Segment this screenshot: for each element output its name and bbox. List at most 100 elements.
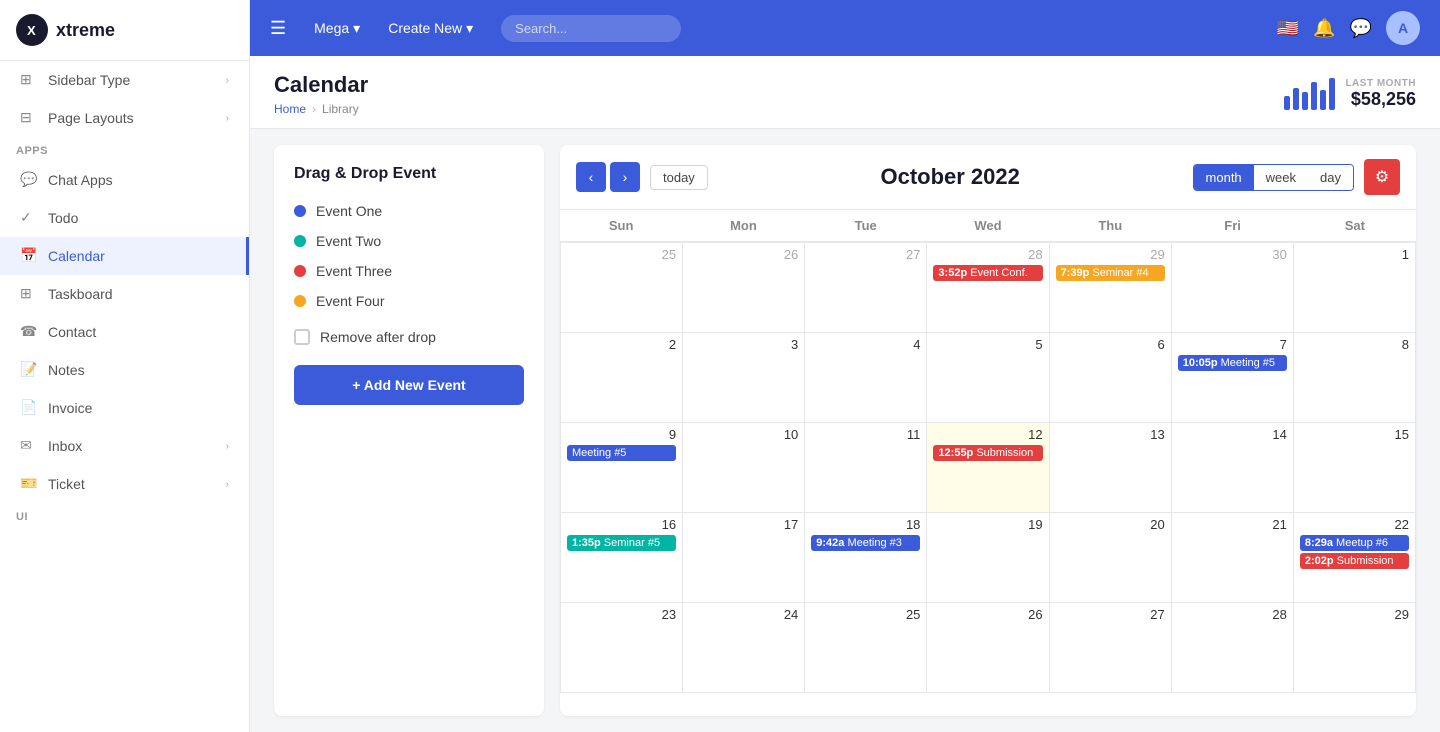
cal-cell-w4-d2[interactable]: 25 <box>805 603 927 693</box>
cal-cell-w2-d4[interactable]: 13 <box>1050 423 1172 513</box>
cal-cell-w0-d5[interactable]: 30 <box>1172 243 1294 333</box>
cal-cell-w4-d1[interactable]: 24 <box>683 603 805 693</box>
cal-date: 24 <box>689 607 798 622</box>
sidebar-item-inbox[interactable]: ✉ Inbox › <box>0 427 249 465</box>
cal-cell-w1-d3[interactable]: 5 <box>927 333 1049 423</box>
cal-cell-w4-d6[interactable]: 29 <box>1294 603 1416 693</box>
cal-cell-w3-d4[interactable]: 20 <box>1050 513 1172 603</box>
invoice-icon: 📄 <box>20 399 38 417</box>
create-new-button[interactable]: Create New ▾ <box>376 14 485 43</box>
cal-event[interactable]: 7:39p Seminar #4 <box>1056 265 1165 281</box>
next-month-button[interactable]: › <box>610 162 640 192</box>
topbar: ☰ Mega ▾ Create New ▾ 🇺🇸 🔔 💬 A <box>250 0 1440 56</box>
event-label: Event One <box>316 203 382 219</box>
cal-cell-w0-d6[interactable]: 1 <box>1294 243 1416 333</box>
cal-cell-w0-d0[interactable]: 25 <box>561 243 683 333</box>
calendar-grid-area: 252627283:52p Event Conf.297:39p Seminar… <box>560 242 1416 716</box>
remove-after-drop: Remove after drop <box>294 329 524 345</box>
cal-cell-w4-d5[interactable]: 28 <box>1172 603 1294 693</box>
cal-date: 4 <box>811 337 920 352</box>
day-header-sat: Sat <box>1294 210 1416 241</box>
sidebar-item-taskboard[interactable]: ⊞ Taskboard <box>0 275 249 313</box>
add-new-event-button[interactable]: + Add New Event <box>294 365 524 405</box>
cal-cell-w0-d4[interactable]: 297:39p Seminar #4 <box>1050 243 1172 333</box>
cal-cell-w4-d4[interactable]: 27 <box>1050 603 1172 693</box>
flag-icon[interactable]: 🇺🇸 <box>1277 18 1299 39</box>
cal-cell-w3-d2[interactable]: 189:42a Meeting #3 <box>805 513 927 603</box>
bell-icon[interactable]: 🔔 <box>1313 18 1335 39</box>
cal-cell-w2-d0[interactable]: 9Meeting #5 <box>561 423 683 513</box>
cal-cell-w3-d3[interactable]: 19 <box>927 513 1049 603</box>
sidebar-item-sidebar-type[interactable]: ⊞ Sidebar Type › <box>0 61 249 99</box>
sidebar-item-chat-apps[interactable]: 💬 Chat Apps <box>0 161 249 199</box>
cal-cell-w4-d0[interactable]: 23 <box>561 603 683 693</box>
event-item-event-three[interactable]: Event Three <box>294 263 524 279</box>
cal-cell-w0-d2[interactable]: 27 <box>805 243 927 333</box>
cal-cell-w4-d3[interactable]: 26 <box>927 603 1049 693</box>
sidebar-item-ticket[interactable]: 🎫 Ticket › <box>0 465 249 503</box>
page-title: Calendar <box>274 72 368 98</box>
week-view-button[interactable]: week <box>1254 165 1308 190</box>
cal-date: 26 <box>933 607 1042 622</box>
cal-event[interactable]: 12:55p Submission <box>933 445 1042 461</box>
cal-event[interactable]: Meeting #5 <box>567 445 676 461</box>
event-item-event-four[interactable]: Event Four <box>294 293 524 309</box>
settings-button[interactable]: ⚙ <box>1364 159 1400 195</box>
sidebar-item-invoice[interactable]: 📄 Invoice <box>0 389 249 427</box>
remove-after-checkbox[interactable] <box>294 329 310 345</box>
cal-event[interactable]: 9:42a Meeting #3 <box>811 535 920 551</box>
chevron-right-icon: › <box>226 75 229 86</box>
month-view-button[interactable]: month <box>1194 165 1254 190</box>
layout-icon: ⊟ <box>20 109 38 127</box>
bar-segment <box>1284 96 1290 110</box>
cal-cell-w0-d1[interactable]: 26 <box>683 243 805 333</box>
event-item-event-one[interactable]: Event One <box>294 203 524 219</box>
cal-date: 19 <box>933 517 1042 532</box>
cal-cell-w1-d1[interactable]: 3 <box>683 333 805 423</box>
calendar-header: ‹ › today October 2022 month week day ⚙ <box>560 145 1416 210</box>
cal-cell-w2-d5[interactable]: 14 <box>1172 423 1294 513</box>
topbar-nav: Mega ▾ Create New ▾ <box>302 14 485 43</box>
cal-cell-w1-d2[interactable]: 4 <box>805 333 927 423</box>
menu-icon[interactable]: ☰ <box>270 18 286 39</box>
cal-cell-w3-d1[interactable]: 17 <box>683 513 805 603</box>
sidebar-item-todo[interactable]: ✓ Todo <box>0 199 249 237</box>
cal-cell-w3-d6[interactable]: 228:29a Meetup #62:02p Submission <box>1294 513 1416 603</box>
cal-event[interactable]: 10:05p Meeting #5 <box>1178 355 1287 371</box>
cal-event[interactable]: 3:52p Event Conf. <box>933 265 1042 281</box>
cal-cell-w2-d6[interactable]: 15 <box>1294 423 1416 513</box>
day-view-button[interactable]: day <box>1308 165 1353 190</box>
chevron-right-icon-2: › <box>226 113 229 124</box>
sidebar-item-calendar[interactable]: 📅 Calendar <box>0 237 249 275</box>
prev-month-button[interactable]: ‹ <box>576 162 606 192</box>
phone-icon: ☎ <box>20 323 38 341</box>
cal-cell-w0-d3[interactable]: 283:52p Event Conf. <box>927 243 1049 333</box>
chat-icon: 💬 <box>20 171 38 189</box>
cal-date: 25 <box>811 607 920 622</box>
cal-cell-w3-d5[interactable]: 21 <box>1172 513 1294 603</box>
sidebar-item-page-layouts[interactable]: ⊟ Page Layouts › <box>0 99 249 137</box>
calendar-grid-panel: ‹ › today October 2022 month week day ⚙ … <box>560 145 1416 716</box>
cal-event[interactable]: 1:35p Seminar #5 <box>567 535 676 551</box>
today-button[interactable]: today <box>650 165 708 190</box>
sidebar-logo: X xtreme <box>0 0 249 61</box>
cal-cell-w1-d5[interactable]: 710:05p Meeting #5 <box>1172 333 1294 423</box>
mega-menu-button[interactable]: Mega ▾ <box>302 14 372 43</box>
cal-cell-w2-d3[interactable]: 1212:55p Submission <box>927 423 1049 513</box>
cal-event[interactable]: 8:29a Meetup #6 <box>1300 535 1409 551</box>
sidebar-item-notes[interactable]: 📝 Notes <box>0 351 249 389</box>
cal-cell-w2-d1[interactable]: 10 <box>683 423 805 513</box>
cal-cell-w1-d4[interactable]: 6 <box>1050 333 1172 423</box>
cal-cell-w3-d0[interactable]: 161:35p Seminar #5 <box>561 513 683 603</box>
cal-cell-w2-d2[interactable]: 11 <box>805 423 927 513</box>
cal-cell-w1-d6[interactable]: 8 <box>1294 333 1416 423</box>
cal-date: 17 <box>689 517 798 532</box>
event-item-event-two[interactable]: Event Two <box>294 233 524 249</box>
chat-bubble-icon[interactable]: 💬 <box>1350 18 1372 39</box>
sidebar-item-contact[interactable]: ☎ Contact <box>0 313 249 351</box>
search-input[interactable] <box>501 15 681 42</box>
breadcrumb-home[interactable]: Home <box>274 102 306 116</box>
cal-cell-w1-d0[interactable]: 2 <box>561 333 683 423</box>
avatar[interactable]: A <box>1386 11 1420 45</box>
cal-event[interactable]: 2:02p Submission <box>1300 553 1409 569</box>
